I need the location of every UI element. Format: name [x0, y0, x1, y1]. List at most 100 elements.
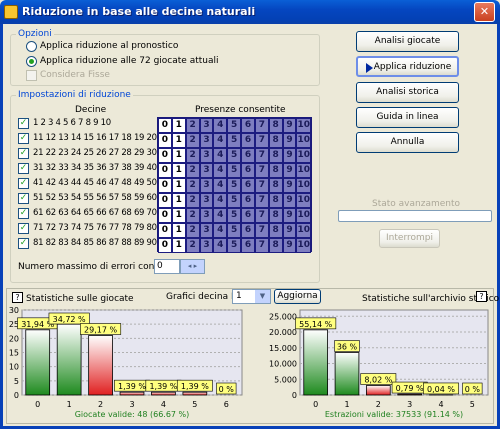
presenza-cell[interactable]: 5 [227, 133, 242, 148]
presenza-cell[interactable]: 1 [171, 163, 186, 178]
presenza-cell[interactable]: 3 [199, 238, 214, 253]
presenza-cell[interactable]: 7 [254, 238, 269, 253]
presenza-cell[interactable]: 4 [213, 148, 228, 163]
presenza-cell[interactable]: 2 [185, 133, 200, 148]
presenza-cell[interactable]: 6 [241, 193, 255, 208]
decina-checkbox[interactable]: ✓ [18, 178, 29, 189]
decina-checkbox[interactable]: ✓ [18, 208, 29, 219]
presenza-cell[interactable]: 1 [171, 148, 186, 163]
presenza-cell[interactable]: 9 [282, 223, 297, 238]
presenza-cell[interactable]: 0 [158, 223, 172, 238]
presenza-cell[interactable]: 5 [227, 148, 242, 163]
presenza-cell[interactable]: 10 [296, 223, 311, 238]
presenza-cell[interactable]: 2 [185, 148, 200, 163]
presenza-cell[interactable]: 9 [282, 178, 297, 193]
presenza-cell[interactable]: 0 [158, 208, 172, 223]
help-left-icon[interactable]: ? [12, 292, 23, 303]
presenza-cell[interactable]: 2 [185, 208, 200, 223]
presenza-cell[interactable]: 1 [171, 133, 186, 148]
presenza-cell[interactable]: 6 [241, 163, 255, 178]
presenza-cell[interactable]: 9 [282, 208, 297, 223]
presenza-cell[interactable]: 7 [254, 163, 269, 178]
presenza-cell[interactable]: 8 [268, 178, 283, 193]
presenza-cell[interactable]: 7 [254, 133, 269, 148]
presenza-cell[interactable]: 5 [227, 178, 242, 193]
considera-fisse-checkbox[interactable] [26, 70, 37, 81]
aggiorna-button[interactable]: Aggiorna [274, 289, 321, 304]
presenza-cell[interactable]: 6 [241, 118, 255, 133]
presenza-cell[interactable]: 3 [199, 148, 214, 163]
presenza-cell[interactable]: 1 [171, 223, 186, 238]
presenza-cell[interactable]: 2 [185, 178, 200, 193]
presenza-cell[interactable]: 5 [227, 193, 242, 208]
presenza-cell[interactable]: 9 [282, 133, 297, 148]
presenza-cell[interactable]: 10 [296, 163, 311, 178]
presenza-cell[interactable]: 1 [171, 178, 186, 193]
presenza-cell[interactable]: 4 [213, 118, 228, 133]
presenza-cell[interactable]: 7 [254, 208, 269, 223]
presenza-cell[interactable]: 1 [171, 238, 186, 253]
presenza-cell[interactable]: 8 [268, 148, 283, 163]
presenza-cell[interactable]: 0 [158, 148, 172, 163]
presenza-cell[interactable]: 5 [227, 163, 242, 178]
presenza-cell[interactable]: 4 [213, 193, 228, 208]
presenza-cell[interactable]: 6 [241, 238, 255, 253]
presenza-cell[interactable]: 5 [227, 223, 242, 238]
presenza-cell[interactable]: 6 [241, 223, 255, 238]
presenza-cell[interactable]: 9 [282, 163, 297, 178]
presenza-cell[interactable]: 7 [254, 193, 269, 208]
presenza-cell[interactable]: 5 [227, 238, 242, 253]
presenza-cell[interactable]: 9 [282, 148, 297, 163]
presenza-cell[interactable]: 4 [213, 133, 228, 148]
analisi-storica-button[interactable]: Analisi storica [356, 82, 459, 103]
presenza-cell[interactable]: 3 [199, 118, 214, 133]
presenza-cell[interactable]: 8 [268, 118, 283, 133]
presenza-cell[interactable]: 4 [213, 223, 228, 238]
annulla-button[interactable]: Annulla [356, 132, 459, 153]
close-button[interactable]: ✕ [474, 2, 495, 22]
presenza-cell[interactable]: 8 [268, 133, 283, 148]
presenza-cell[interactable]: 9 [282, 238, 297, 253]
presenza-cell[interactable]: 8 [268, 193, 283, 208]
presenza-cell[interactable]: 1 [171, 193, 186, 208]
analisi-giocate-button[interactable]: Analisi giocate [356, 31, 459, 52]
presenza-cell[interactable]: 4 [213, 238, 228, 253]
presenza-cell[interactable]: 4 [213, 208, 228, 223]
presenza-cell[interactable]: 0 [158, 193, 172, 208]
presenza-cell[interactable]: 0 [158, 178, 172, 193]
presenza-cell[interactable]: 1 [171, 118, 186, 133]
presenza-cell[interactable]: 2 [185, 193, 200, 208]
presenza-cell[interactable]: 3 [199, 193, 214, 208]
presenza-cell[interactable]: 2 [185, 223, 200, 238]
decina-checkbox[interactable]: ✓ [18, 133, 29, 144]
presenza-cell[interactable]: 2 [185, 118, 200, 133]
max-errori-spinner[interactable]: ◂ ▸ [180, 259, 205, 274]
presenza-cell[interactable]: 10 [296, 238, 311, 253]
presenza-cell[interactable]: 10 [296, 133, 311, 148]
presenza-cell[interactable]: 3 [199, 223, 214, 238]
presenza-cell[interactable]: 10 [296, 208, 311, 223]
applica-riduzione-button[interactable]: Applica riduzione [356, 56, 459, 77]
decina-checkbox[interactable]: ✓ [18, 193, 29, 204]
presenza-cell[interactable]: 9 [282, 118, 297, 133]
max-errori-input[interactable]: 0 [154, 259, 180, 274]
presenza-cell[interactable]: 3 [199, 208, 214, 223]
decina-select[interactable]: 1 ▼ [232, 289, 271, 304]
presenza-cell[interactable]: 0 [158, 238, 172, 253]
decina-checkbox[interactable]: ✓ [18, 163, 29, 174]
presenza-cell[interactable]: 7 [254, 178, 269, 193]
radio-giocate-attuali[interactable] [26, 56, 37, 67]
presenza-cell[interactable]: 10 [296, 193, 311, 208]
help-right-icon[interactable]: ? [476, 291, 487, 302]
presenza-cell[interactable]: 2 [185, 238, 200, 253]
presenza-cell[interactable]: 3 [199, 133, 214, 148]
presenza-cell[interactable]: 1 [171, 208, 186, 223]
presenza-cell[interactable]: 5 [227, 118, 242, 133]
presenza-cell[interactable]: 7 [254, 223, 269, 238]
presenza-cell[interactable]: 7 [254, 148, 269, 163]
decina-checkbox[interactable]: ✓ [18, 238, 29, 249]
presenza-cell[interactable]: 3 [199, 178, 214, 193]
radio-pronostico[interactable] [26, 41, 37, 52]
presenza-cell[interactable]: 10 [296, 178, 311, 193]
presenza-cell[interactable]: 2 [185, 163, 200, 178]
